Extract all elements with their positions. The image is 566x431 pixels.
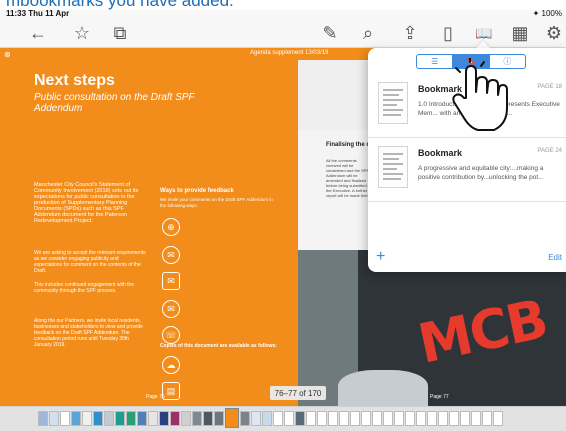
thumbnail[interactable]	[251, 411, 261, 426]
thumbnail[interactable]	[284, 411, 294, 426]
bookmark-icon[interactable]: ▯	[436, 22, 460, 44]
tap-hand-icon	[452, 58, 508, 131]
thumbnail[interactable]	[240, 411, 250, 426]
graffiti-photo: MCB	[298, 250, 566, 406]
thumbnail[interactable]	[383, 411, 393, 426]
page-number-right: Page 77	[430, 394, 449, 400]
thumbnail[interactable]	[93, 411, 103, 426]
paragraph-4: Along the our Partners, we invite local …	[34, 318, 143, 348]
thumbnail[interactable]	[104, 411, 114, 426]
bookmark-title: Bookmark	[418, 148, 463, 158]
thumbnail[interactable]	[493, 411, 503, 426]
thumbnail[interactable]	[306, 411, 316, 426]
search-icon[interactable]: ⌕	[356, 22, 380, 44]
paragraph-1: Manchester City Council's Statement of C…	[34, 182, 139, 224]
ways-title: Ways to provide feedback	[160, 188, 234, 194]
book-icon[interactable]: 📖	[472, 22, 496, 44]
thumbnail[interactable]	[427, 411, 437, 426]
thumbnail[interactable]	[460, 411, 470, 426]
post-icon: ✉	[162, 300, 180, 318]
finalising-text: All the comments received will be consid…	[326, 158, 372, 198]
web-icon: ⊕	[162, 218, 180, 236]
phone-icon: ☏	[162, 326, 180, 344]
bookmark-page: PAGE 18	[537, 84, 562, 90]
ipad-screen: mbookmarks you have added. 11:33 Thu 11 …	[0, 0, 566, 431]
ways-intro: We invite your comments on the Draft SPF…	[160, 197, 273, 208]
sidebar-icon[interactable]: ⧉	[108, 22, 132, 44]
page-thumbnail	[378, 146, 408, 188]
close-doc-icon[interactable]: ⊗	[4, 50, 11, 59]
thumbnail[interactable]	[262, 411, 272, 426]
thumbnail[interactable]	[361, 411, 371, 426]
letter-icon: ✉	[162, 272, 180, 290]
paragraph-2: We are asking to accept the relevant req…	[34, 250, 146, 274]
edit-button[interactable]: Edit	[548, 253, 562, 262]
thumbnail[interactable]	[137, 411, 147, 426]
bookmark-page: PAGE 24	[537, 148, 562, 154]
bookmark-description: A progressive and equitable city:...maki…	[418, 165, 544, 181]
thumbnail[interactable]	[38, 411, 48, 426]
thumbnail[interactable]	[438, 411, 448, 426]
thumbnail[interactable]	[394, 411, 404, 426]
thumbnail[interactable]	[159, 411, 169, 426]
thumbnail[interactable]	[170, 411, 180, 426]
thumbnail[interactable]	[60, 411, 70, 426]
thumbnail[interactable]	[273, 411, 283, 426]
caption-text: mbookmarks you have added.	[0, 0, 566, 10]
thumbnail[interactable]	[126, 411, 136, 426]
grid-icon[interactable]: ▦	[508, 22, 532, 44]
thumbnail-strip[interactable]	[0, 406, 566, 431]
thumbnail[interactable]	[405, 411, 415, 426]
gear-icon[interactable]: ⚙	[542, 22, 566, 44]
thumbnail[interactable]	[148, 411, 158, 426]
popover-footer: + Edit	[368, 246, 566, 272]
paragraph-3: This includes continued engagement with …	[34, 282, 135, 294]
thumbnail[interactable]	[71, 411, 81, 426]
thumbnail[interactable]	[181, 411, 191, 426]
thumbnail-selected[interactable]	[225, 408, 239, 428]
thumbnail[interactable]	[203, 411, 213, 426]
next-steps-title: Next steps	[34, 72, 115, 89]
thumbnail[interactable]	[115, 411, 125, 426]
status-battery: ✦ 100%	[532, 9, 562, 18]
thumbnail-row	[38, 408, 503, 428]
status-time: 11:33 Thu 11 Apr	[6, 9, 70, 18]
thumbnail[interactable]	[82, 411, 92, 426]
thumbnail[interactable]	[295, 411, 305, 426]
page-counter: 76–77 of 170	[270, 386, 326, 400]
thumbnail[interactable]	[328, 411, 338, 426]
thumbnail[interactable]	[192, 411, 202, 426]
add-bookmark-button[interactable]: +	[376, 248, 385, 266]
next-steps-subtitle: Public consultation on the Draft SPF Add…	[34, 92, 195, 114]
agenda-label: Agenda supplement 13/03/19	[250, 50, 329, 56]
thumbnail[interactable]	[214, 411, 224, 426]
bookmark-item[interactable]: Bookmark PAGE 24 A progressive and equit…	[368, 138, 566, 202]
thumbnail[interactable]	[49, 411, 59, 426]
thumbnail[interactable]	[317, 411, 327, 426]
page-number-left: Page 76	[146, 394, 165, 400]
thumbnail[interactable]	[350, 411, 360, 426]
thumbnail[interactable]	[482, 411, 492, 426]
thumbnail[interactable]	[449, 411, 459, 426]
photo-light-area	[338, 370, 428, 406]
thumbnail[interactable]	[372, 411, 382, 426]
thumbnail[interactable]	[339, 411, 349, 426]
cloud-icon: ☁	[162, 356, 180, 374]
email-icon: ✉	[162, 246, 180, 264]
copies-title: Copies of this document are available as…	[160, 343, 277, 349]
star-icon[interactable]: ☆	[70, 22, 94, 44]
thumbnail[interactable]	[416, 411, 426, 426]
thumbnail[interactable]	[471, 411, 481, 426]
page-thumbnail	[378, 82, 408, 124]
pen-icon[interactable]: ✎	[318, 22, 342, 44]
share-icon[interactable]: ⇪	[398, 22, 422, 44]
back-icon[interactable]: ←	[26, 22, 50, 44]
page-left: Next steps Public consultation on the Dr…	[0, 60, 298, 406]
